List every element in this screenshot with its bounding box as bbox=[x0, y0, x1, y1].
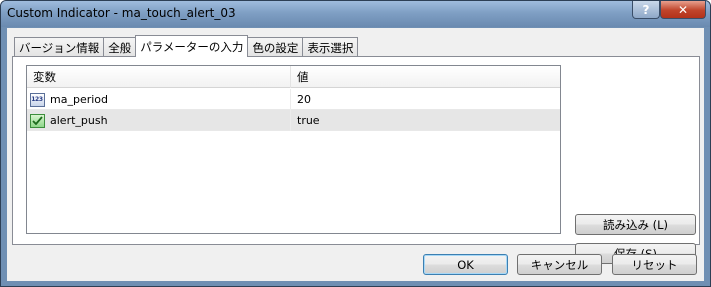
help-button[interactable]: ? bbox=[632, 1, 660, 19]
window-title: Custom Indicator - ma_touch_alert_03 bbox=[7, 6, 236, 20]
cancel-button[interactable]: キャンセル bbox=[517, 254, 602, 275]
numeric-type-icon: 123 bbox=[29, 92, 45, 107]
parameters-panel: 変数 値 123 ma_period 20 alert_push true 読み… bbox=[12, 56, 700, 264]
dialog-window: Custom Indicator - ma_touch_alert_03 ? ✕… bbox=[0, 0, 711, 287]
grid-header: 変数 値 bbox=[27, 66, 560, 88]
column-header-value[interactable]: 値 bbox=[291, 66, 560, 88]
tab-colors[interactable]: 色の設定 bbox=[247, 37, 304, 57]
tab-visualization[interactable]: 表示選択 bbox=[302, 37, 359, 57]
parameter-name-cell[interactable]: 123 ma_period bbox=[27, 89, 291, 110]
parameters-grid: 変数 値 123 ma_period 20 alert_push true bbox=[26, 65, 561, 234]
tab-version-info[interactable]: バージョン情報 bbox=[14, 37, 105, 57]
tab-parameters[interactable]: パラメーターの入力 bbox=[135, 35, 249, 57]
boolean-type-icon bbox=[29, 113, 45, 128]
checkmark-icon bbox=[31, 116, 43, 125]
reset-button[interactable]: リセット bbox=[612, 254, 697, 275]
parameter-name: alert_push bbox=[50, 114, 108, 127]
load-button[interactable]: 読み込み (L) bbox=[575, 214, 696, 235]
parameter-row-ma-period[interactable]: 123 ma_period 20 bbox=[27, 89, 560, 110]
help-icon: ? bbox=[642, 2, 650, 17]
parameter-value-cell[interactable]: 20 bbox=[293, 89, 559, 110]
parameter-value-cell[interactable]: true bbox=[293, 110, 559, 131]
close-button[interactable]: ✕ bbox=[660, 1, 706, 19]
tab-general[interactable]: 全般 bbox=[103, 37, 137, 57]
parameter-name: ma_period bbox=[50, 93, 108, 106]
close-icon: ✕ bbox=[677, 2, 689, 17]
ok-button[interactable]: OK bbox=[423, 254, 508, 275]
parameter-name-cell[interactable]: alert_push bbox=[27, 110, 291, 131]
column-header-variable[interactable]: 変数 bbox=[27, 66, 291, 88]
tab-strip: バージョン情報 全般 パラメーターの入力 色の設定 表示選択 bbox=[14, 35, 359, 57]
parameter-row-alert-push[interactable]: alert_push true bbox=[27, 110, 560, 131]
dialog-client-area: バージョン情報 全般 パラメーターの入力 色の設定 表示選択 変数 値 123 … bbox=[7, 28, 704, 281]
title-bar[interactable]: Custom Indicator - ma_touch_alert_03 ? ✕ bbox=[1, 1, 710, 27]
